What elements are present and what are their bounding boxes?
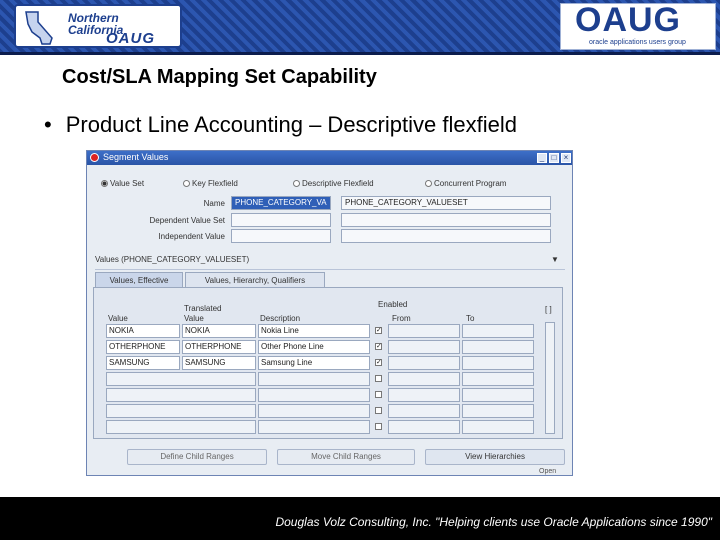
independent-value-label: Independent Value [158, 232, 225, 241]
partial-button-label: Open [539, 468, 557, 475]
cell-translated-value[interactable]: NOKIA [182, 324, 256, 338]
slide-title: Cost/SLA Mapping Set Capability [62, 66, 377, 88]
cell-description[interactable] [258, 420, 370, 434]
cell-value[interactable]: SAMSUNG [106, 356, 180, 370]
oracle-icon [90, 153, 99, 162]
enabled-checkbox[interactable] [375, 391, 382, 398]
footer-text: Douglas Volz Consulting, Inc. "Helping c… [275, 515, 712, 529]
view-hierarchies-button[interactable]: View Hierarchies [425, 449, 565, 465]
cell-translated-value[interactable]: OTHERPHONE [182, 340, 256, 354]
dependent-value-set-label: Dependent Value Set [149, 216, 225, 225]
move-child-ranges-button[interactable]: Move Child Ranges [277, 449, 415, 465]
enabled-checkbox[interactable]: ✓ [375, 343, 382, 350]
column-description: Description [260, 314, 301, 323]
radio-icon [293, 180, 300, 187]
segment-values-window: Segment Values _ □ × Value Set Key Flexf… [86, 150, 573, 476]
values-divider [95, 269, 565, 270]
cell-to[interactable] [462, 388, 534, 402]
corner-icon[interactable]: [ ] [545, 305, 552, 314]
northern-california-oaug-logo: Northern California OAUG [14, 4, 182, 48]
minimize-icon[interactable]: _ [537, 153, 547, 163]
cell-from[interactable] [388, 340, 460, 354]
cell-value[interactable] [106, 372, 256, 386]
cell-description[interactable]: Nokia Line [258, 324, 370, 338]
region-chevron-icon[interactable]: ▼ [551, 255, 559, 264]
window-title: Segment Values [103, 152, 169, 162]
cell-to[interactable] [462, 420, 534, 434]
enabled-checkbox[interactable] [375, 423, 382, 430]
values-region-label: Values (PHONE_CATEGORY_VALUESET) [95, 255, 250, 264]
column-translated-top: Translated [184, 304, 222, 313]
enabled-checkbox[interactable]: ✓ [375, 359, 382, 366]
radio-icon [425, 180, 432, 187]
cell-from[interactable] [388, 404, 460, 418]
dependent-description-field[interactable] [341, 213, 551, 227]
radio-label: Key Flexfield [192, 179, 238, 188]
name-label: Name [203, 199, 225, 208]
cell-description[interactable] [258, 372, 370, 386]
cell-description[interactable]: Other Phone Line [258, 340, 370, 354]
tab-values-hierarchy[interactable]: Values, Hierarchy, Qualifiers [185, 272, 325, 287]
cell-description[interactable] [258, 404, 370, 418]
window-title-bar: Segment Values _ □ × [87, 151, 572, 165]
vertical-scrollbar[interactable] [545, 322, 555, 434]
cell-to[interactable] [462, 356, 534, 370]
california-map-icon [25, 11, 53, 45]
cell-value[interactable] [106, 404, 256, 418]
cell-value[interactable]: NOKIA [106, 324, 180, 338]
column-enabled: Enabled [378, 300, 408, 309]
radio-selected-icon [101, 180, 108, 187]
cell-description[interactable] [258, 388, 370, 402]
cell-value[interactable] [106, 420, 256, 434]
footer-bar: Douglas Volz Consulting, Inc. "Helping c… [0, 497, 720, 540]
logo-oaug-text: OAUG [106, 30, 155, 47]
bullet-symbol: • [44, 112, 52, 137]
column-from: From [392, 314, 411, 323]
bullet-item: • Product Line Accounting – Descriptive f… [44, 112, 517, 138]
radio-key-flexfield[interactable]: Key Flexfield [183, 179, 238, 188]
tab-values-effective[interactable]: Values, Effective [95, 272, 183, 287]
close-icon[interactable]: × [561, 153, 571, 163]
column-to: To [466, 314, 475, 323]
name-field[interactable]: PHONE_CATEGORY_VA [231, 196, 331, 210]
enabled-checkbox[interactable]: ✓ [375, 327, 382, 334]
enabled-checkbox[interactable] [375, 375, 382, 382]
banner-divider [0, 52, 720, 55]
cell-to[interactable] [462, 404, 534, 418]
cell-to[interactable] [462, 324, 534, 338]
name-description-field[interactable]: PHONE_CATEGORY_VALUESET [341, 196, 551, 210]
cell-to[interactable] [462, 372, 534, 386]
radio-label: Descriptive Flexfield [302, 179, 374, 188]
column-value: Value [108, 314, 128, 323]
radio-value-set[interactable]: Value Set [101, 179, 144, 188]
radio-icon [183, 180, 190, 187]
cell-value[interactable]: OTHERPHONE [106, 340, 180, 354]
cell-translated-value[interactable]: SAMSUNG [182, 356, 256, 370]
cell-from[interactable] [388, 324, 460, 338]
radio-concurrent-program[interactable]: Concurrent Program [425, 179, 506, 188]
cell-from[interactable] [388, 420, 460, 434]
cell-value[interactable] [106, 388, 256, 402]
cell-from[interactable] [388, 356, 460, 370]
dependent-value-set-field[interactable] [231, 213, 331, 227]
radio-descriptive-flexfield[interactable]: Descriptive Flexfield [293, 179, 374, 188]
oaug-logo-text: OAUG [575, 1, 681, 39]
bullet-text: Product Line Accounting – Descriptive fl… [65, 112, 517, 137]
radio-label: Value Set [110, 179, 145, 188]
independent-value-field[interactable] [231, 229, 331, 243]
column-translated-value: Value [184, 314, 204, 323]
cell-description[interactable]: Samsung Line [258, 356, 370, 370]
maximize-icon[interactable]: □ [549, 153, 559, 163]
independent-description-field[interactable] [341, 229, 551, 243]
cell-to[interactable] [462, 340, 534, 354]
oaug-logo: OAUG oracle applications users group [560, 1, 716, 50]
radio-label: Concurrent Program [434, 179, 507, 188]
values-panel: Translated Enabled Value Value Descripti… [93, 287, 563, 439]
cell-from[interactable] [388, 372, 460, 386]
cell-from[interactable] [388, 388, 460, 402]
enabled-checkbox[interactable] [375, 407, 382, 414]
define-child-ranges-button[interactable]: Define Child Ranges [127, 449, 267, 465]
oaug-tagline: oracle applications users group [589, 39, 686, 46]
